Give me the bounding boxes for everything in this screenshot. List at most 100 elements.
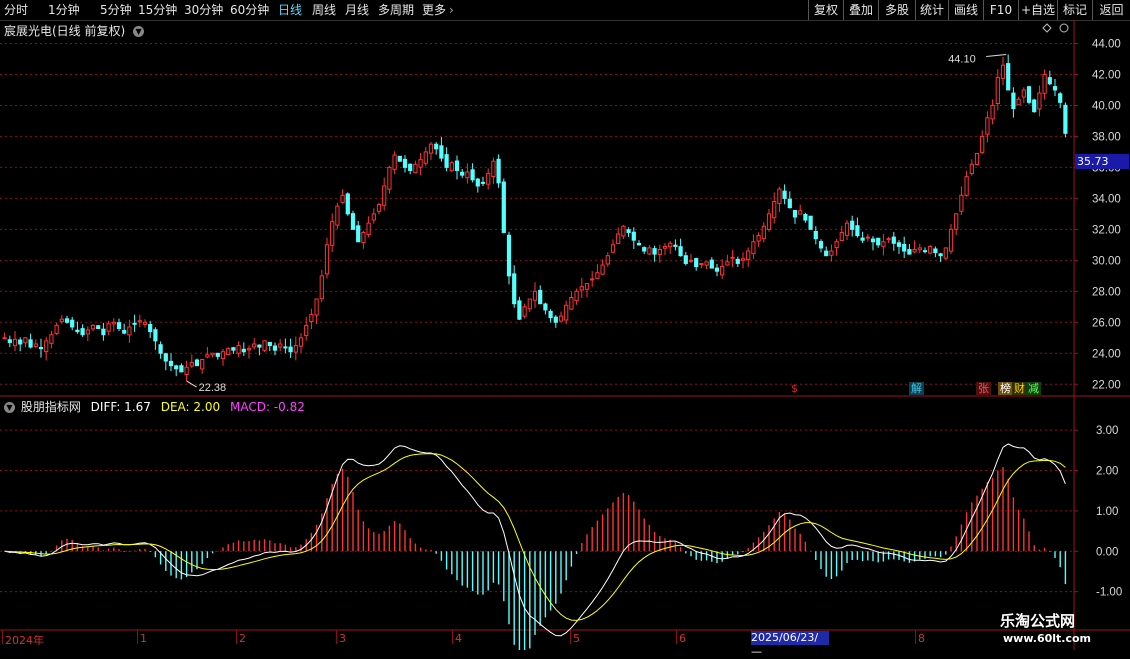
date-tick [570,630,571,644]
candle-body [922,250,928,253]
date-tick [2,630,3,644]
candle-body [444,154,449,168]
candle-body [553,316,558,323]
candle-body [54,324,59,334]
candle-body [782,190,787,199]
watermark-url: www.60lt.com [1003,632,1092,645]
candle-body [423,151,428,164]
candle-body [798,210,803,215]
candle-body [324,244,330,275]
candle-body [912,248,917,253]
candle-body [517,300,522,320]
candle-body [220,351,226,359]
candle-body [293,345,298,353]
candle-body [855,225,860,237]
candle-body [829,250,834,256]
candle-body [834,241,839,249]
candle-body [330,221,335,246]
candle-body [735,258,740,264]
candle-body [527,298,532,310]
candle-body [813,230,818,240]
candle-body [902,243,907,252]
candle-body [153,329,158,342]
candle-body [751,241,756,255]
chevron-down-icon[interactable]: ▼ [4,402,15,413]
candle-body [844,222,850,236]
candle-body [408,163,413,172]
candle-body [12,338,18,347]
chevron-down-icon[interactable]: ▼ [133,26,145,37]
candle-body [964,176,969,196]
event-badge[interactable]: 财 [1012,382,1027,395]
candle-body [387,166,392,190]
candle-body [366,222,371,236]
candle-body [475,178,480,187]
candle-body [865,236,870,239]
candle-body [314,298,319,316]
candle-body [1016,98,1021,106]
event-badge[interactable]: 减 [1026,382,1041,395]
candle-body [215,352,220,357]
candle-body [948,228,954,252]
price-tick-label: 26.00 [1092,317,1121,329]
candle-body [200,358,205,370]
candle-body [662,245,668,249]
candle-body [538,289,543,305]
candle-body [616,233,621,244]
candle-body [876,237,881,246]
candle-body [7,339,12,343]
candle-body [184,366,189,376]
candle-body [740,258,746,261]
candle-body [356,225,361,243]
candle-body [1037,92,1042,110]
candle-body [1011,92,1016,110]
candle-body [283,346,288,349]
date-label: 2024年 [5,634,44,647]
candle-body [512,273,517,305]
candle-body [668,242,673,248]
high-price-label: 44.10 [948,53,976,65]
candle-body [501,181,506,233]
indicator-header: ▼ 股朋指标网 DIFF: 1.67 DEA: 2.00 MACD: -0.82 [4,398,311,415]
price-tick-label: 44.00 [1092,38,1121,50]
candle-body [1032,99,1037,113]
event-badge[interactable]: 榜 [998,382,1013,395]
candle-body [392,154,397,170]
candle-body [298,337,304,347]
price-tick-label: 40.00 [1092,100,1121,112]
candle-body [350,213,356,230]
candle-body [761,225,766,240]
candle-body [839,231,844,241]
candle-body [1058,93,1063,103]
candle-body [44,340,49,353]
candle-body [59,318,64,323]
candle-body [522,306,527,317]
candle-body [246,348,252,351]
date-label: 5 [573,632,580,645]
candle-body [954,213,959,230]
macd-value: MACD: -0.82 [229,400,305,414]
event-badge[interactable]: 解 [909,382,924,395]
candle-body [491,160,496,178]
price-tick-label: 22.00 [1092,379,1121,391]
low-price-label: 22.38 [199,382,227,394]
candle-body [569,297,574,310]
candle-body [486,173,491,185]
candle-body [943,247,948,259]
candle-body [226,348,231,356]
candle-body [1000,64,1006,79]
candle-body [683,255,688,264]
event-badge[interactable]: $ [789,382,800,395]
candle-body [189,362,194,367]
candle-body [418,159,423,168]
cursor-date-label: 2025/06/23/— [751,631,829,658]
kline-chart[interactable]: 44.0042.0040.0038.0036.0034.0032.0030.00… [0,0,1130,650]
candle-body [995,77,1000,104]
candle-body [543,303,548,311]
date-label: 4 [455,632,462,645]
candle-body [881,241,886,247]
stock-name-label: 宸展光电(日线 前复权) [4,24,126,38]
candle-body [532,290,538,301]
diff-value: DIFF: 1.67 [90,400,151,414]
event-badge[interactable]: 张 [976,382,991,395]
